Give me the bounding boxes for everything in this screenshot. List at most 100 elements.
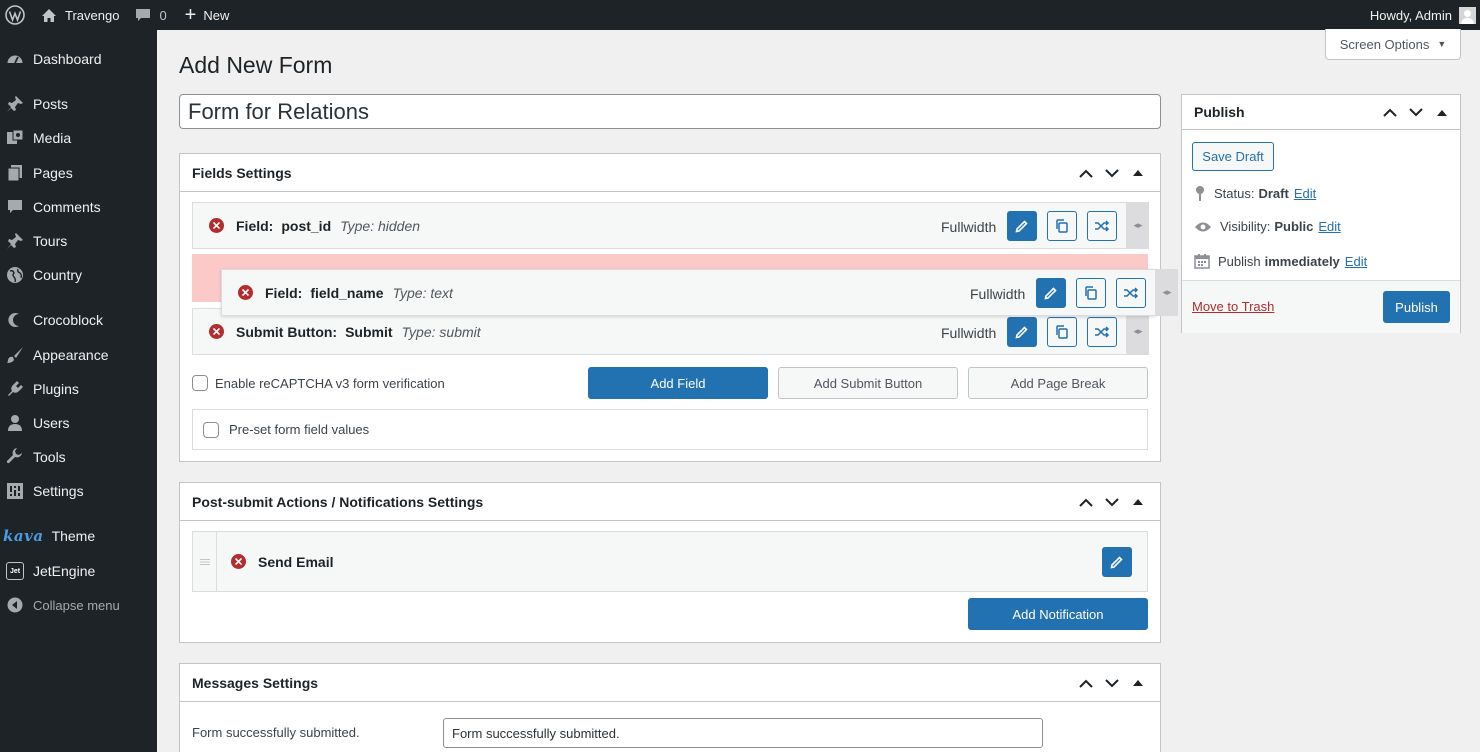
add-submit-button[interactable]: Add Submit Button — [778, 367, 958, 399]
menu-item-media[interactable]: Media — [0, 121, 157, 155]
move-to-trash-link[interactable]: Move to Trash — [1192, 299, 1274, 314]
new-label: New — [203, 7, 230, 23]
brush-icon — [5, 345, 25, 365]
status-label: Status: — [1214, 185, 1255, 201]
recaptcha-option[interactable]: Enable reCAPTCHA v3 form verification — [192, 375, 445, 391]
edit-status-link[interactable]: Edit — [1294, 186, 1316, 201]
edit-notification-button[interactable] — [1102, 547, 1132, 577]
plug-icon — [5, 379, 25, 399]
move-down-icon[interactable] — [1099, 497, 1125, 507]
menu-label: Dashboard — [33, 51, 102, 67]
menu-item-tours[interactable]: Tours — [0, 224, 157, 258]
menu-item-appearance[interactable]: Appearance — [0, 338, 157, 372]
my-account[interactable]: Howdy, Admin — [1370, 0, 1476, 30]
field-label: Field: — [236, 217, 274, 234]
menu-item-plugins[interactable]: Plugins — [0, 372, 157, 406]
menu-label: Appearance — [33, 347, 109, 363]
comments-link[interactable]: 0 — [135, 0, 167, 30]
menu-item-tools[interactable]: Tools — [0, 440, 157, 474]
copy-icon — [1056, 219, 1068, 233]
menu-item-users[interactable]: Users — [0, 406, 157, 440]
menu-label: Posts — [33, 96, 69, 112]
collapse-menu-button[interactable]: Collapse menu — [0, 588, 157, 622]
menu-label: Comments — [33, 199, 101, 215]
field-width-label: Fullwidth — [941, 219, 997, 235]
save-draft-button[interactable]: Save Draft — [1192, 142, 1274, 171]
menu-item-crocoblock[interactable]: Crocoblock — [0, 303, 157, 337]
messages-box: Messages Settings Form successfully subm… — [179, 663, 1161, 752]
resize-handle-icon[interactable]: ◂▸ — [1156, 269, 1178, 316]
wordpress-logo-icon[interactable] — [1, 0, 29, 30]
notification-item[interactable]: Send Email — [192, 531, 1148, 592]
menu-label: Theme — [51, 528, 96, 544]
edit-field-button[interactable] — [1036, 278, 1066, 308]
menu-item-theme[interactable]: kava Theme — [0, 519, 157, 553]
menu-item-pages[interactable]: Pages — [0, 156, 157, 190]
preset-checkbox[interactable] — [203, 421, 219, 438]
toggle-panel-icon[interactable] — [1125, 170, 1151, 176]
toggle-panel-icon[interactable] — [1125, 499, 1151, 505]
messages-header: Messages Settings — [180, 664, 1160, 702]
move-up-icon[interactable] — [1377, 108, 1403, 117]
move-down-icon[interactable] — [1403, 108, 1429, 117]
shuffle-field-button[interactable] — [1087, 317, 1117, 347]
box-handles — [1073, 154, 1151, 192]
site-name-link[interactable]: Travengo — [41, 0, 119, 30]
add-field-button[interactable]: Add Field — [588, 367, 768, 399]
preset-values-box: Pre-set form field values — [192, 409, 1148, 450]
field-type: Type: hidden — [340, 217, 421, 234]
calendar-icon — [1194, 254, 1210, 269]
comments-count: 0 — [159, 7, 167, 23]
menu-item-jetengine[interactable]: Jet JetEngine — [0, 554, 157, 588]
move-up-icon[interactable] — [1073, 679, 1099, 688]
menu-item-settings[interactable]: Settings — [0, 474, 157, 508]
shuffle-field-button[interactable] — [1116, 278, 1146, 308]
publish-actions: Move to Trash Publish — [1182, 280, 1460, 333]
add-page-break-button[interactable]: Add Page Break — [968, 367, 1148, 399]
menu-label: Tours — [33, 233, 68, 249]
publish-button[interactable]: Publish — [1383, 291, 1450, 323]
delete-notification-icon[interactable] — [231, 554, 246, 569]
menu-item-country[interactable]: Country — [0, 258, 157, 292]
copy-field-button[interactable] — [1076, 278, 1106, 308]
delete-field-icon[interactable] — [209, 324, 224, 339]
menu-item-dashboard[interactable]: Dashboard — [0, 42, 157, 76]
delete-field-icon[interactable] — [209, 218, 224, 233]
form-title-input[interactable] — [179, 94, 1161, 129]
move-up-icon[interactable] — [1073, 498, 1099, 507]
shuffle-field-button[interactable] — [1087, 211, 1117, 241]
resize-handle-icon[interactable]: ◂▸ — [1127, 202, 1149, 249]
toggle-panel-icon[interactable] — [1125, 680, 1151, 686]
new-content-link[interactable]: + New — [185, 0, 230, 30]
page-title: Add New Form — [179, 52, 333, 78]
pencil-icon — [1015, 220, 1028, 233]
box-handles — [1073, 483, 1151, 521]
comments-icon — [5, 197, 25, 217]
add-notification-button[interactable]: Add Notification — [968, 598, 1148, 630]
menu-label: Plugins — [33, 381, 79, 397]
copy-field-button[interactable] — [1047, 317, 1077, 347]
collapse-icon — [5, 595, 25, 615]
drag-handle-icon[interactable] — [193, 532, 217, 591]
move-up-icon[interactable] — [1073, 169, 1099, 178]
screen-options-button[interactable]: Screen Options ▼ — [1325, 29, 1461, 60]
copy-field-button[interactable] — [1047, 211, 1077, 241]
menu-item-comments[interactable]: Comments — [0, 190, 157, 224]
move-down-icon[interactable] — [1099, 678, 1125, 688]
menu-item-posts[interactable]: Posts — [0, 87, 157, 121]
menu-label: JetEngine — [33, 563, 96, 579]
move-down-icon[interactable] — [1099, 168, 1125, 178]
delete-field-icon[interactable] — [238, 285, 253, 300]
recaptcha-checkbox[interactable] — [192, 375, 208, 391]
edit-visibility-link[interactable]: Edit — [1318, 219, 1340, 234]
pin-icon — [5, 231, 25, 251]
toggle-panel-icon[interactable] — [1429, 109, 1455, 116]
box-title: Publish — [1194, 104, 1245, 120]
edit-field-button[interactable] — [1007, 317, 1037, 347]
home-icon — [42, 8, 56, 22]
dashboard-icon — [5, 49, 25, 69]
success-message-input[interactable] — [443, 718, 1043, 748]
box-title: Messages Settings — [192, 674, 319, 691]
edit-field-button[interactable] — [1007, 211, 1037, 241]
edit-schedule-link[interactable]: Edit — [1345, 254, 1367, 269]
